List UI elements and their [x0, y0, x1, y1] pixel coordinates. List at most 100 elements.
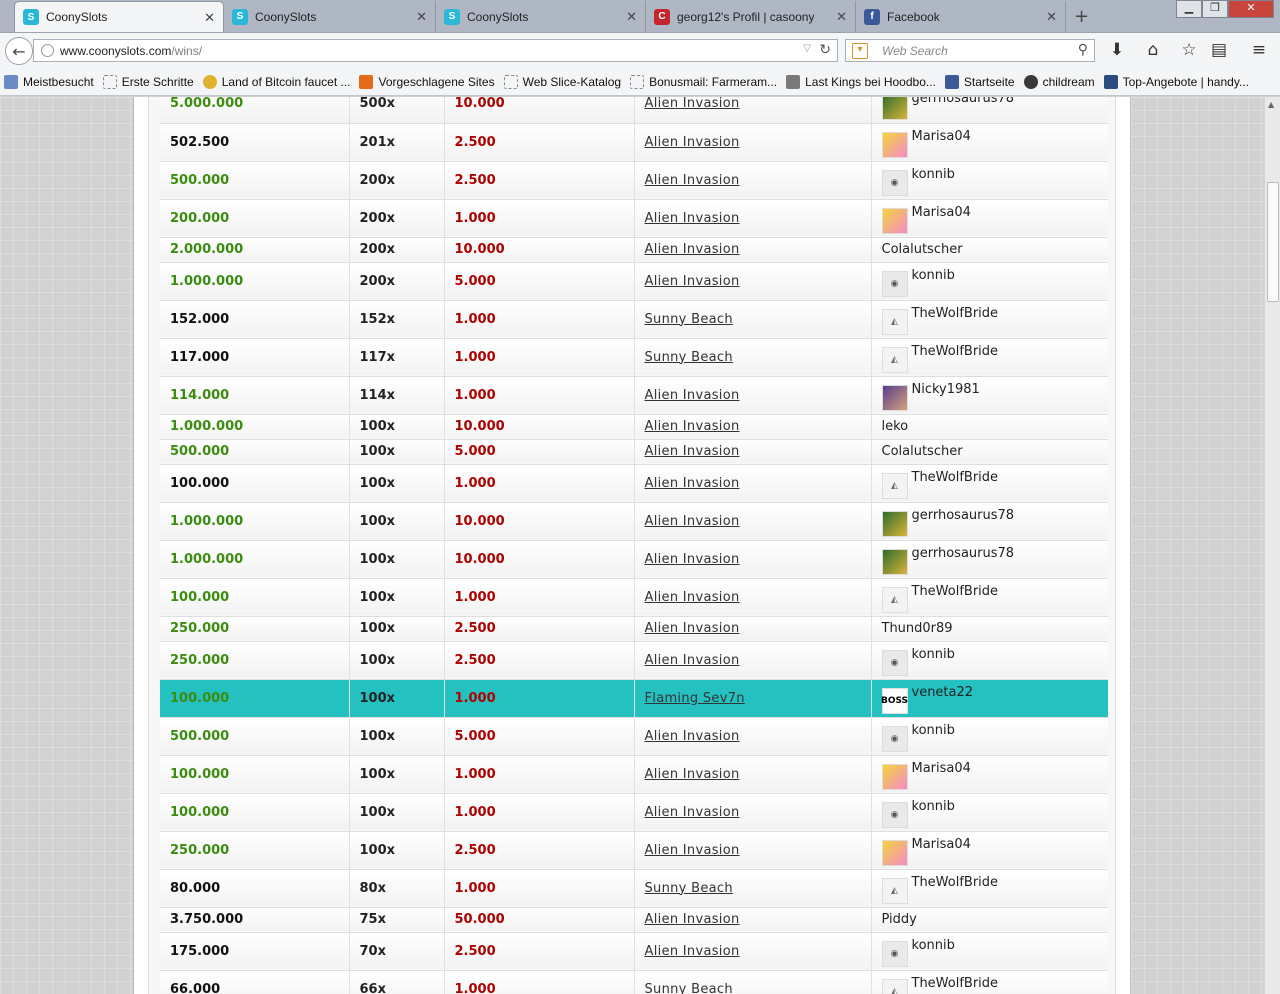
username[interactable]: Piddy: [882, 912, 917, 927]
avatar[interactable]: ◭: [881, 878, 908, 904]
game-link[interactable]: Alien Invasion: [645, 97, 740, 111]
game-link[interactable]: Alien Invasion: [645, 767, 740, 782]
avatar[interactable]: ◉: [881, 941, 908, 967]
game-link[interactable]: Alien Invasion: [645, 476, 740, 491]
avatar[interactable]: [881, 764, 908, 790]
bookmark-item[interactable]: Bonusmail: Farmeram...: [630, 74, 777, 89]
avatar[interactable]: [881, 385, 908, 411]
game-link[interactable]: Alien Invasion: [645, 843, 740, 858]
avatar[interactable]: ◭: [881, 347, 908, 373]
username[interactable]: Colalutscher: [882, 444, 963, 459]
avatar[interactable]: ◭: [881, 587, 908, 613]
bookmark-item[interactable]: Web Slice-Katalog: [503, 74, 621, 89]
close-icon[interactable]: ✕: [1046, 9, 1057, 25]
avatar[interactable]: ◭: [881, 309, 908, 335]
game-link[interactable]: Alien Invasion: [645, 388, 740, 403]
username[interactable]: leko: [882, 419, 909, 434]
home-icon[interactable]: ⌂: [1143, 40, 1163, 60]
close-icon[interactable]: ✕: [204, 10, 215, 26]
game-link[interactable]: Flaming Sev7n: [645, 691, 745, 706]
username[interactable]: TheWolfBride: [912, 470, 999, 485]
avatar[interactable]: ◭: [881, 473, 908, 499]
username[interactable]: veneta22: [912, 685, 974, 700]
window-close-icon[interactable]: ✕: [1228, 0, 1274, 18]
download-icon[interactable]: ⬇: [1107, 40, 1127, 60]
game-link[interactable]: Alien Invasion: [645, 621, 740, 636]
username[interactable]: TheWolfBride: [912, 584, 999, 599]
avatar[interactable]: [881, 549, 908, 575]
game-link[interactable]: Sunny Beach: [645, 312, 733, 327]
tab-coonyslots-3[interactable]: S CoonySlots ✕: [436, 1, 646, 32]
game-link[interactable]: Alien Invasion: [645, 242, 740, 257]
bookmark-star-icon[interactable]: ☆: [1179, 40, 1199, 60]
avatar[interactable]: [881, 132, 908, 158]
game-link[interactable]: Alien Invasion: [645, 590, 740, 605]
avatar[interactable]: [881, 208, 908, 234]
username[interactable]: konnib: [912, 723, 955, 738]
username[interactable]: Marisa04: [912, 205, 971, 220]
vertical-scrollbar[interactable]: ▲: [1264, 97, 1280, 994]
game-link[interactable]: Alien Invasion: [645, 653, 740, 668]
username[interactable]: Thund0r89: [882, 621, 953, 636]
username[interactable]: konnib: [912, 167, 955, 182]
username[interactable]: konnib: [912, 647, 955, 662]
reload-icon[interactable]: ↻: [819, 41, 831, 58]
maximize-icon[interactable]: ❐: [1202, 0, 1228, 18]
close-icon[interactable]: ✕: [416, 9, 427, 25]
tab-coonyslots-1[interactable]: S CoonySlots ✕: [14, 1, 224, 32]
username[interactable]: TheWolfBride: [912, 976, 999, 991]
minimize-icon[interactable]: ▁: [1176, 0, 1202, 18]
dropdown-arrow-icon[interactable]: ▽: [803, 43, 811, 54]
game-link[interactable]: Alien Invasion: [645, 552, 740, 567]
scroll-up-arrow-icon[interactable]: ▲: [1268, 100, 1274, 109]
game-link[interactable]: Alien Invasion: [645, 211, 740, 226]
search-engine-icon[interactable]: ▾: [852, 42, 868, 59]
game-link[interactable]: Alien Invasion: [645, 419, 740, 434]
game-link[interactable]: Alien Invasion: [645, 274, 740, 289]
tab-facebook[interactable]: f Facebook ✕: [856, 1, 1066, 32]
avatar[interactable]: ◭: [881, 979, 908, 994]
search-icon[interactable]: ⚲: [1078, 41, 1088, 58]
avatar[interactable]: ◉: [881, 170, 908, 196]
new-tab-icon[interactable]: +: [1074, 6, 1089, 27]
back-arrow-icon[interactable]: ←: [5, 37, 33, 65]
bookmark-item[interactable]: Land of Bitcoin faucet ...: [202, 74, 350, 89]
avatar[interactable]: ◉: [881, 271, 908, 297]
username[interactable]: gerrhosaurus78: [912, 546, 1015, 561]
game-link[interactable]: Alien Invasion: [645, 805, 740, 820]
address-bar[interactable]: www.coonyslots.com/wins/ ▽ ↻: [33, 39, 838, 62]
bookmark-item[interactable]: Meistbesucht: [4, 74, 94, 89]
game-link[interactable]: Alien Invasion: [645, 514, 740, 529]
bookmark-item[interactable]: Last Kings bei Hoodbo...: [786, 74, 936, 89]
game-link[interactable]: Alien Invasion: [645, 729, 740, 744]
avatar[interactable]: BOSS: [881, 688, 908, 714]
game-link[interactable]: Alien Invasion: [645, 173, 740, 188]
avatar[interactable]: [881, 97, 908, 120]
username[interactable]: Marisa04: [912, 761, 971, 776]
game-link[interactable]: Sunny Beach: [645, 881, 733, 896]
game-link[interactable]: Sunny Beach: [645, 350, 733, 365]
username[interactable]: Marisa04: [912, 129, 971, 144]
game-link[interactable]: Alien Invasion: [645, 444, 740, 459]
game-link[interactable]: Sunny Beach: [645, 982, 733, 994]
game-link[interactable]: Alien Invasion: [645, 912, 740, 927]
avatar[interactable]: ◉: [881, 726, 908, 752]
bookmark-item[interactable]: Vorgeschlagene Sites: [359, 74, 495, 89]
username[interactable]: gerrhosaurus78: [912, 97, 1015, 106]
game-link[interactable]: Alien Invasion: [645, 135, 740, 150]
menu-icon[interactable]: ≡: [1249, 40, 1269, 60]
username[interactable]: gerrhosaurus78: [912, 508, 1015, 523]
reading-list-icon[interactable]: ▤: [1209, 40, 1229, 60]
username[interactable]: Colalutscher: [882, 242, 963, 257]
username[interactable]: TheWolfBride: [912, 306, 999, 321]
search-input[interactable]: ▾ Web Search ⚲: [845, 39, 1095, 62]
avatar[interactable]: [881, 840, 908, 866]
scroll-thumb[interactable]: [1267, 182, 1279, 302]
tab-coonyslots-2[interactable]: S CoonySlots ✕: [224, 1, 436, 32]
username[interactable]: TheWolfBride: [912, 344, 999, 359]
bookmark-item[interactable]: Top-Angebote | handy...: [1103, 74, 1249, 89]
username[interactable]: TheWolfBride: [912, 875, 999, 890]
username[interactable]: Marisa04: [912, 837, 971, 852]
bookmark-item[interactable]: Startseite: [944, 74, 1015, 89]
username[interactable]: konnib: [912, 938, 955, 953]
